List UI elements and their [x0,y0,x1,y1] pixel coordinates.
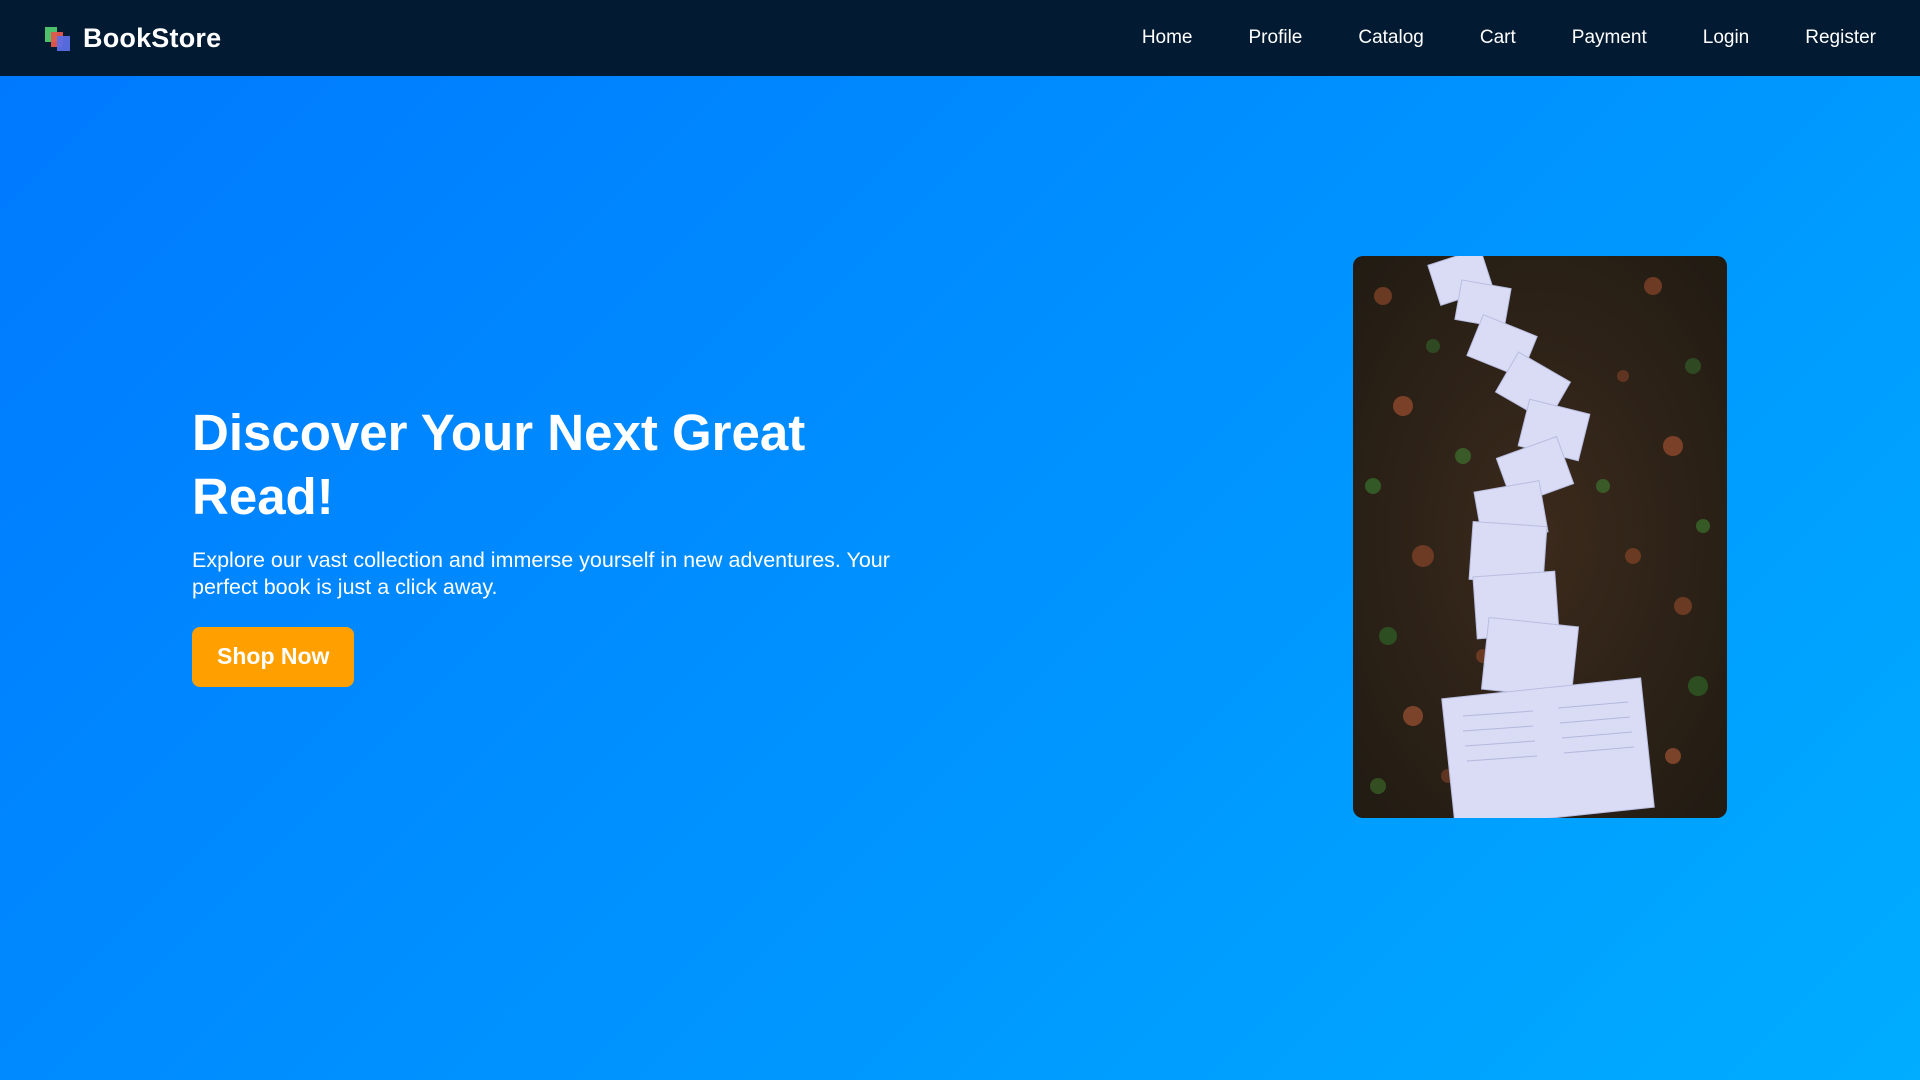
brand-link[interactable]: BookStore [44,23,221,54]
main-nav: Home Profile Catalog Cart Payment Login … [1142,0,1876,76]
nav-link-profile[interactable]: Profile [1249,27,1303,49]
nav-link-login[interactable]: Login [1703,27,1750,49]
hero-text-block: Discover Your Next Great Read! Explore o… [192,401,952,687]
hero-section: Discover Your Next Great Read! Explore o… [0,76,1920,1080]
top-navbar: BookStore Home Profile Catalog Cart Paym… [0,0,1920,76]
nav-link-payment[interactable]: Payment [1572,27,1647,49]
brand-name: BookStore [83,22,222,53]
nav-link-catalog[interactable]: Catalog [1358,27,1424,49]
hero-title: Discover Your Next Great Read! [192,404,806,525]
nav-link-home[interactable]: Home [1142,27,1193,49]
hero-image [1353,256,1727,818]
shop-now-button[interactable]: Shop Now [192,627,355,687]
nav-link-register[interactable]: Register [1805,27,1876,49]
books-path-illustration [1353,256,1727,818]
books-stack-icon [44,24,72,52]
hero-subtitle: Explore our vast collection and immerse … [192,548,890,599]
nav-link-cart[interactable]: Cart [1480,27,1516,49]
